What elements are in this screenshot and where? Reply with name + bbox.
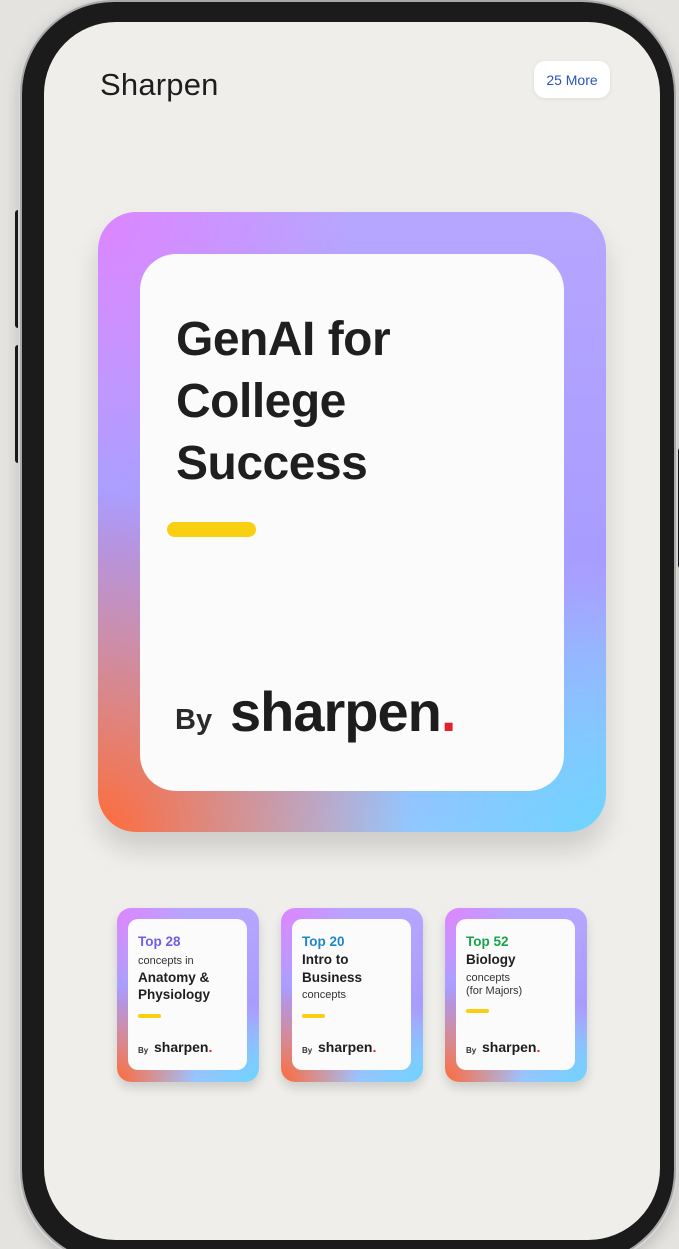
card-line: Biology — [466, 952, 516, 967]
brand-dot: . — [372, 1039, 377, 1055]
card-top-label: Top 52 — [466, 934, 509, 949]
by-label: By — [175, 704, 213, 736]
brand-dot: . — [536, 1039, 541, 1055]
app-title: Sharpen — [100, 67, 219, 102]
accent-bar — [138, 1014, 161, 1018]
course-card-content: Top 28 concepts in Anatomy & Physiology … — [128, 919, 247, 1070]
card-line: concepts — [466, 972, 511, 984]
sharpen-logo: sharpen. — [154, 1039, 212, 1055]
course-title-line: Success — [176, 437, 368, 490]
device-stage: Sharpen 25 More GenAI for College Succes… — [0, 0, 679, 1249]
course-title-line: College — [176, 375, 346, 428]
accent-bar — [466, 1009, 489, 1013]
sharpen-logo: sharpen. — [318, 1039, 376, 1055]
course-card[interactable]: Top 28 concepts in Anatomy & Physiology … — [117, 908, 259, 1082]
brand-wordmark: sharpen — [230, 680, 442, 743]
brand-wordmark: sharpen — [154, 1039, 209, 1055]
more-button[interactable]: 25 More — [534, 61, 610, 98]
accent-bar — [167, 522, 256, 537]
course-card-content: Top 20 Intro to Business concepts By sha… — [292, 919, 411, 1070]
card-line: (for Majors) — [466, 985, 523, 997]
sharpen-logo: sharpen. — [230, 679, 457, 744]
by-label: By — [302, 1046, 313, 1055]
card-line: concepts in — [138, 955, 194, 967]
power-button — [674, 448, 679, 568]
by-label: By — [138, 1046, 149, 1055]
accent-bar — [302, 1014, 325, 1018]
card-top-label: Top 20 — [302, 934, 345, 949]
card-line: Intro to — [302, 952, 349, 967]
course-card[interactable]: Top 52 Biology concepts (for Majors) By … — [445, 908, 587, 1082]
by-label: By — [466, 1046, 477, 1055]
card-line: Business — [302, 970, 363, 985]
brand-dot: . — [208, 1039, 213, 1055]
card-line: concepts — [302, 989, 347, 1001]
brand-dot: . — [440, 680, 457, 743]
card-line: Physiology — [138, 987, 211, 1002]
brand-wordmark: sharpen — [318, 1039, 373, 1055]
featured-card-content: GenAI for College Success By sharpen. — [140, 254, 564, 791]
card-line: Anatomy & — [138, 970, 210, 985]
sharpen-logo: sharpen. — [482, 1039, 540, 1055]
featured-course-card[interactable]: GenAI for College Success By sharpen. — [98, 212, 606, 832]
brand-wordmark: sharpen — [482, 1039, 537, 1055]
course-title-line: GenAI for — [176, 313, 391, 366]
course-card[interactable]: Top 20 Intro to Business concepts By sha… — [281, 908, 423, 1082]
app-screen: Sharpen 25 More GenAI for College Succes… — [44, 22, 660, 1240]
card-top-label: Top 28 — [138, 934, 181, 949]
course-card-content: Top 52 Biology concepts (for Majors) By … — [456, 919, 575, 1070]
